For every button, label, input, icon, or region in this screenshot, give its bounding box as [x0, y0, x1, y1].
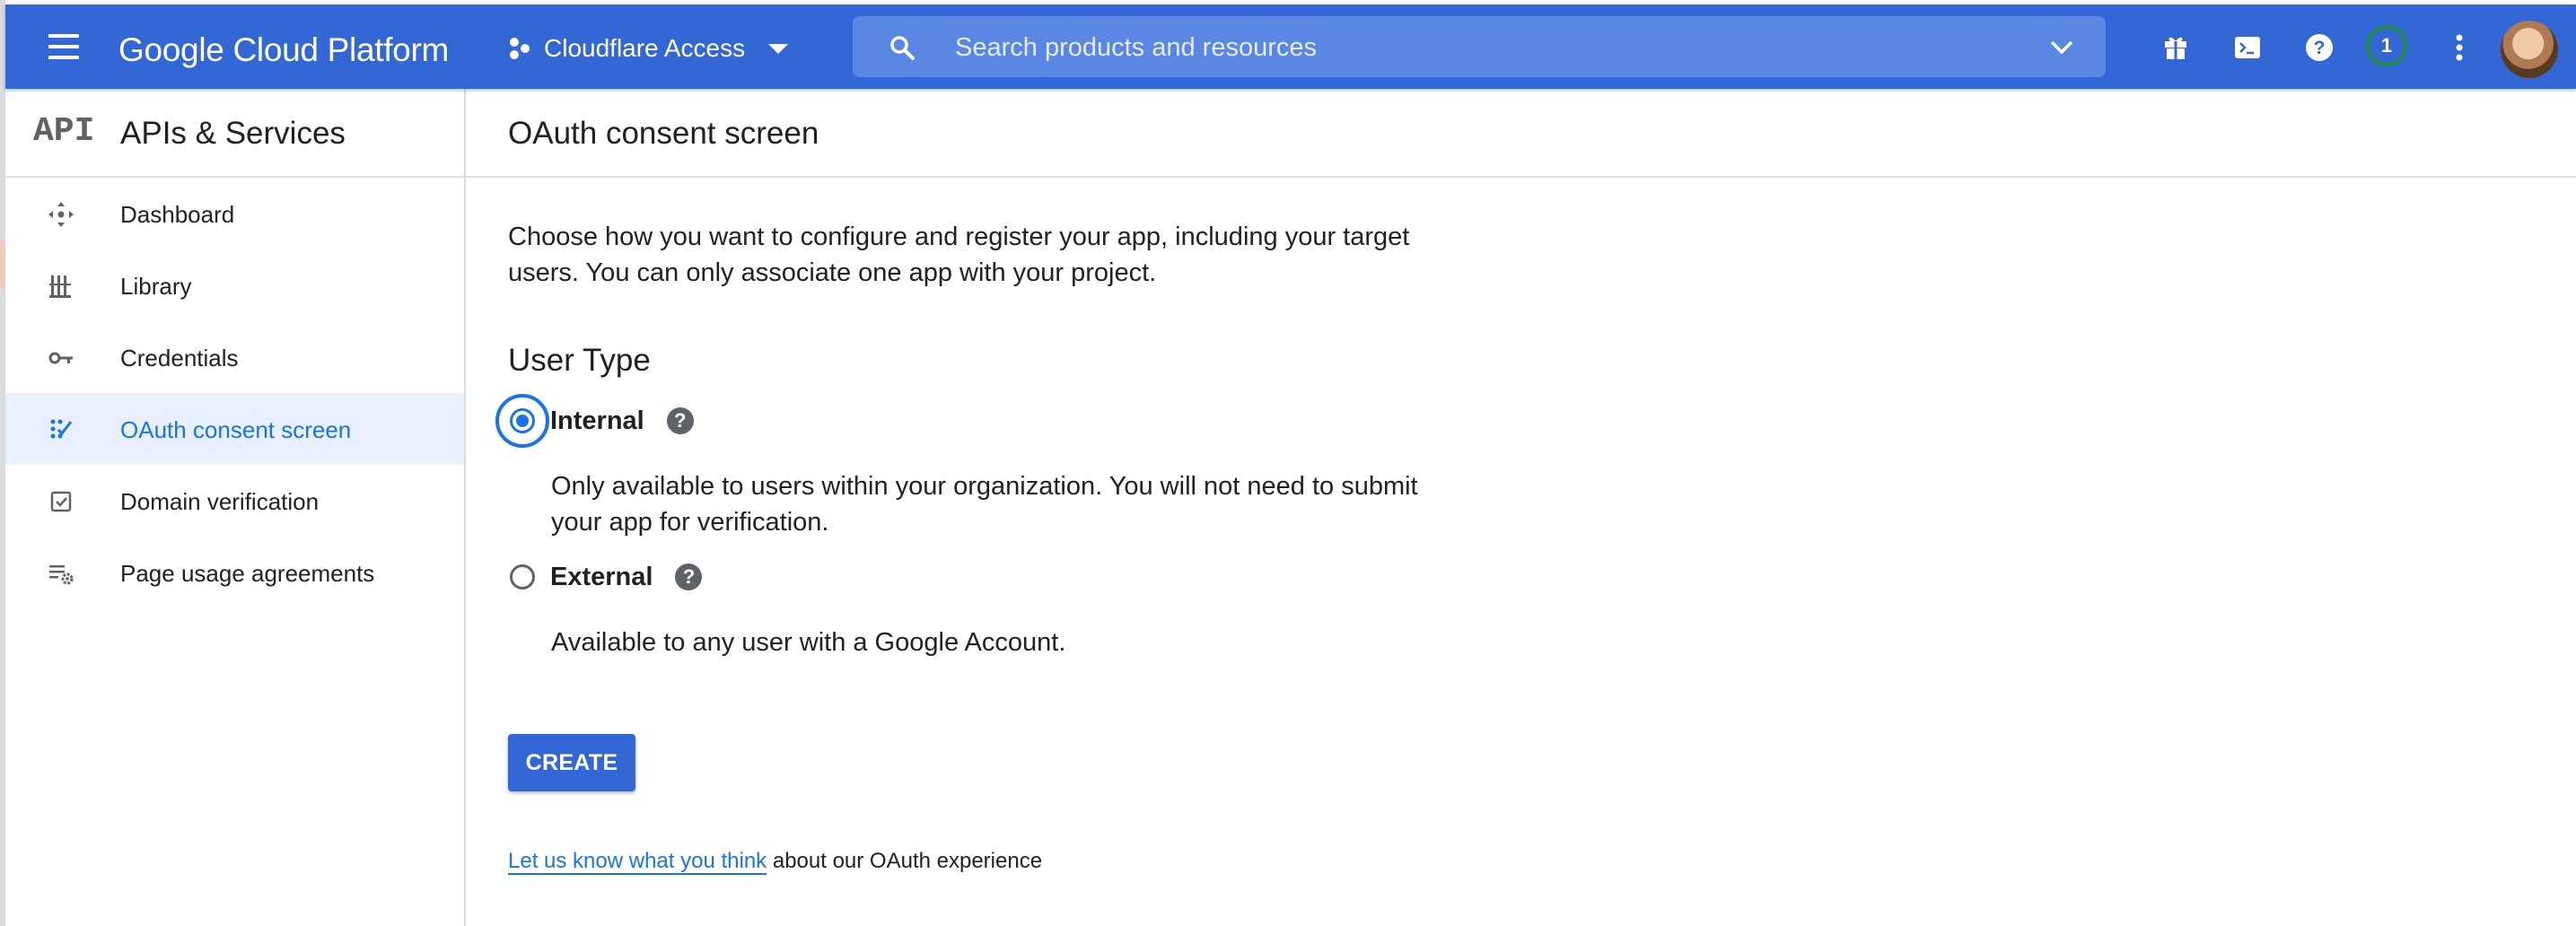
- project-name: Cloudflare Access: [544, 34, 746, 62]
- focus-ring: [495, 394, 549, 448]
- api-logo-icon: API: [33, 112, 94, 147]
- external-label: External: [550, 562, 653, 591]
- search-input[interactable]: [953, 25, 1989, 70]
- caret-down-icon: [768, 43, 789, 54]
- library-icon: [49, 275, 71, 298]
- notification-count: 1: [2370, 29, 2404, 63]
- settings-list-icon: [49, 565, 74, 585]
- key-icon: [48, 352, 73, 364]
- sidebar-item-label: Page usage agreements: [120, 560, 375, 587]
- svg-text:?: ?: [2314, 38, 2326, 58]
- intro-text: Choose how you want to configure and reg…: [508, 223, 1410, 287]
- search-icon: [890, 36, 915, 60]
- radio-wrapper: [495, 550, 549, 604]
- internal-description: Only available to users within your orga…: [551, 472, 1418, 537]
- feedback-link[interactable]: Let us know what you think: [508, 849, 767, 875]
- project-icon: [510, 38, 530, 59]
- consent-icon: [50, 419, 73, 439]
- feedback-line: Let us know what you think about our OAu…: [508, 849, 1043, 875]
- external-radio[interactable]: [510, 564, 535, 590]
- page-header: OAuth consent screen: [466, 89, 2576, 178]
- feedback-text: about our OAuth experience: [767, 849, 1043, 873]
- sidebar-item-label: Dashboard: [120, 201, 235, 228]
- gift-icon[interactable]: [2156, 28, 2195, 67]
- svg-text:API: API: [33, 112, 94, 147]
- sidebar-item-credentials[interactable]: Credentials: [5, 321, 464, 393]
- sidebar-item-label: Credentials: [120, 345, 239, 371]
- sidebar-item-domain-verification[interactable]: Domain verification: [5, 465, 464, 537]
- help-icon[interactable]: ?: [666, 407, 694, 434]
- search-bar[interactable]: [853, 16, 2106, 77]
- project-selector[interactable]: Cloudflare Access: [506, 30, 789, 67]
- brand-title[interactable]: Google Cloud Platform: [118, 31, 449, 69]
- top-app-bar: Google Cloud Platform Cloudflare Access: [5, 4, 2576, 89]
- sidebar: API APIs & Services Dashboard Library Cr…: [5, 89, 466, 926]
- chevron-down-icon[interactable]: [2048, 36, 2075, 59]
- dashboard-icon: [48, 202, 74, 227]
- terminal-icon: [2235, 37, 2260, 58]
- notifications-button[interactable]: 1: [2366, 25, 2407, 66]
- help-icon[interactable]: ?: [2300, 28, 2339, 67]
- sidebar-header: API APIs & Services: [5, 89, 464, 178]
- sidebar-item-library[interactable]: Library: [5, 249, 464, 321]
- gift-icon-glyph: [2165, 37, 2186, 59]
- sidebar-item-oauth-consent-screen[interactable]: OAuth consent screen: [5, 393, 464, 465]
- sidebar-item-page-usage-agreements[interactable]: Page usage agreements: [5, 537, 464, 608]
- radio-option-internal[interactable]: Internal ?: [495, 394, 694, 448]
- sidebar-item-dashboard[interactable]: Dashboard: [5, 178, 464, 249]
- user-type-heading: User Type: [508, 343, 651, 378]
- help-icon[interactable]: ?: [675, 563, 703, 590]
- sidebar-nav: Dashboard Library Credentials OAuth cons…: [5, 178, 464, 608]
- sidebar-title: APIs & Services: [120, 116, 346, 151]
- kebab-icon: [2456, 34, 2463, 61]
- external-description: Available to any user with a Google Acco…: [551, 628, 1066, 657]
- question-circle-icon: ?: [2306, 34, 2333, 61]
- sidebar-item-label: OAuth consent screen: [120, 416, 352, 443]
- more-vert-icon[interactable]: [2440, 28, 2479, 67]
- radio-option-external[interactable]: External ?: [508, 550, 703, 604]
- sidebar-item-label: Domain verification: [120, 488, 320, 515]
- create-button[interactable]: CREATE: [508, 734, 635, 791]
- internal-radio[interactable]: [510, 408, 535, 433]
- checkbox-icon: [50, 491, 72, 512]
- page-title: OAuth consent screen: [508, 116, 819, 151]
- avatar[interactable]: [2501, 21, 2558, 78]
- cloud-shell-icon[interactable]: [2228, 28, 2267, 67]
- sidebar-item-label: Library: [120, 273, 192, 300]
- internal-label: Internal: [550, 406, 644, 435]
- menu-icon[interactable]: [44, 30, 83, 64]
